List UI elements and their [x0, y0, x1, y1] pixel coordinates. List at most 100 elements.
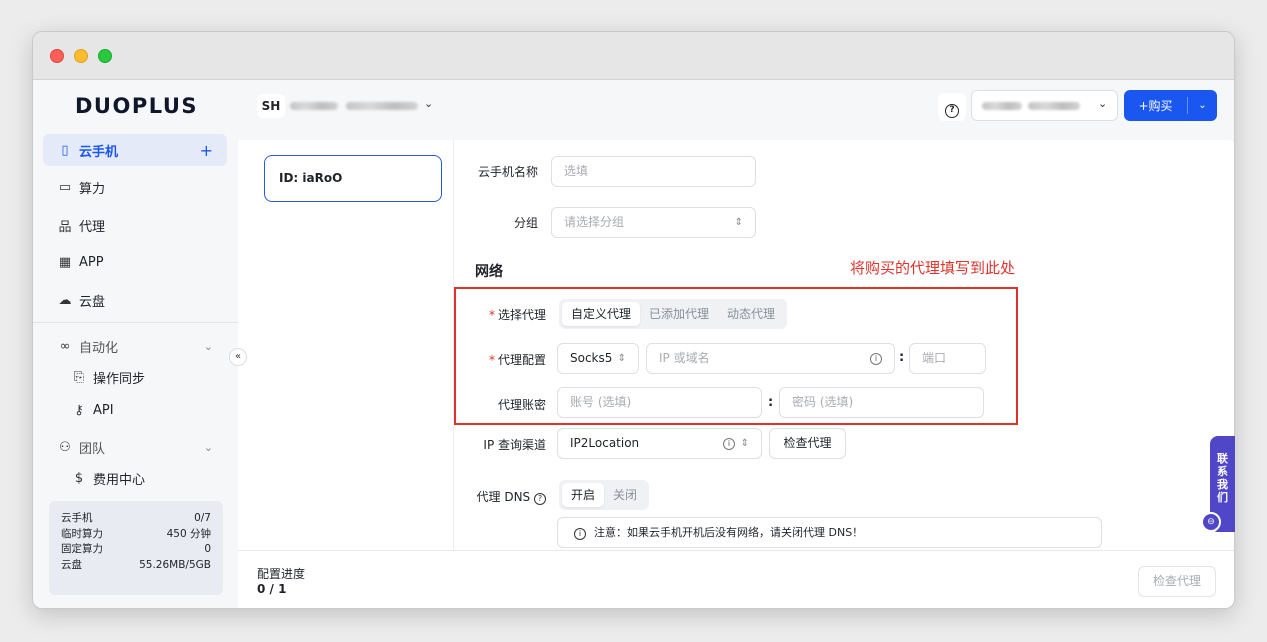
network-section-title: 网络	[475, 264, 503, 280]
name-label: 云手机名称	[477, 165, 538, 179]
sidebar-item-automation[interactable]: ∞ 自动化 ⌄	[43, 330, 227, 362]
cloud-icon: ☁	[58, 292, 72, 308]
title-bar	[33, 32, 1234, 80]
sidebar-item-label: 自动化	[79, 340, 119, 356]
sidebar-item-compute[interactable]: ▭ 算力	[43, 171, 227, 203]
sidebar-item-cloud-phone[interactable]: ▯ 云手机 +	[43, 134, 227, 166]
host-placeholder: IP 或域名	[659, 351, 710, 365]
chevron-down-icon: ⌄	[1098, 97, 1108, 110]
team-badge[interactable]: SH	[257, 94, 285, 118]
sidebar-item-app[interactable]: ▦ APP	[43, 246, 227, 278]
stat-row: 云手机 0/7	[61, 512, 211, 524]
progress-value: 0 / 1	[257, 582, 287, 596]
sidebar-item-operation-sync[interactable]: ⎘ 操作同步	[43, 361, 227, 393]
add-cloud-phone-button[interactable]: +	[200, 141, 213, 160]
colon-separator: :	[768, 395, 774, 410]
proxy-select-label: * 选择代理	[488, 308, 546, 322]
tab-custom-proxy[interactable]: 自定义代理	[562, 302, 641, 326]
sync-icon: ⎘	[73, 369, 85, 385]
annotation-text: 将购买的代理填写到此处	[850, 259, 1016, 277]
stat-row: 固定算力 0	[61, 543, 211, 555]
usage-stats-card: 云手机 0/7 临时算力 450 分钟 固定算力 0 云盘 55.26MB/5GB	[49, 501, 223, 595]
help-icon: ?	[945, 104, 959, 118]
sidebar-item-label: 代理	[79, 219, 106, 235]
compute-icon: ▭	[58, 179, 72, 195]
name-input[interactable]: 选填	[551, 156, 756, 187]
info-icon: i	[723, 438, 735, 450]
protocol-select[interactable]: Socks5 ⇕	[557, 343, 639, 374]
infinity-icon: ∞	[59, 338, 71, 354]
app-grid-icon: ▦	[58, 254, 72, 270]
app-logo: DUOPLUS	[75, 94, 199, 118]
sidebar-item-label: 算力	[79, 181, 106, 197]
sidebar-item-label: 操作同步	[93, 371, 146, 387]
blurred-account-name	[982, 102, 1022, 110]
notice-text: 注意：如果云手机开机后没有网络，请关闭代理 DNS！	[594, 526, 864, 539]
help-icon: ?	[534, 493, 546, 505]
protocol-value: Socks5	[570, 351, 613, 365]
check-proxy-button[interactable]: 检查代理	[769, 428, 846, 459]
chat-bubble-icon[interactable]: ⊖	[1201, 512, 1221, 532]
proxy-dns-label: 代理 DNS ?	[470, 488, 546, 505]
account-switcher[interactable]: ⌄	[971, 90, 1118, 121]
close-window-button[interactable]	[50, 49, 64, 63]
buy-button[interactable]: +购买 ⌄	[1124, 90, 1217, 121]
ip-channel-value: IP2Location	[570, 436, 640, 450]
group-select-placeholder: 请选择分组	[564, 215, 625, 229]
sidebar: DUOPLUS ▯ 云手机 + ▭ 算力 品 代理 ▦ APP ☁ 云盘 ∞ 自…	[33, 80, 238, 608]
stat-row: 云盘 55.26MB/5GB	[61, 558, 211, 571]
sidebar-item-team[interactable]: ⚇ 团队 ⌄	[43, 431, 227, 463]
progress-label: 配置进度	[257, 567, 306, 581]
proxy-icon: 品	[58, 219, 72, 235]
group-label: 分组	[513, 216, 538, 230]
blurred-team-name	[290, 102, 338, 110]
proxy-username-input[interactable]: 账号 (选填)	[557, 387, 762, 418]
sidebar-item-label: API	[93, 402, 114, 418]
sidebar-item-label: 团队	[79, 441, 106, 457]
device-card-selected[interactable]: ID: iaRoO	[264, 155, 442, 202]
info-icon: i	[574, 528, 586, 540]
select-arrows-icon: ⇕	[740, 438, 749, 449]
colon-separator: :	[899, 350, 905, 365]
ip-channel-label: IP 查询渠道	[483, 438, 546, 452]
proxy-password-input[interactable]: 密码 (选填)	[779, 387, 984, 418]
info-icon: i	[870, 353, 882, 365]
sidebar-item-billing[interactable]: $ 费用中心	[43, 462, 227, 494]
blurred-account-name	[1028, 102, 1080, 110]
dns-on-option[interactable]: 开启	[562, 483, 605, 507]
sidebar-item-label: 费用中心	[93, 472, 146, 488]
tab-added-proxy[interactable]: 已添加代理	[640, 302, 718, 326]
sidebar-item-api[interactable]: ⚷ API	[43, 394, 227, 426]
sidebar-item-proxy[interactable]: 品 代理	[43, 209, 227, 241]
team-switch-caret-icon[interactable]: ⌄	[424, 97, 433, 110]
chevron-down-icon: ⌄	[203, 339, 213, 353]
tab-dynamic-proxy[interactable]: 动态代理	[718, 302, 784, 326]
dollar-icon: $	[74, 470, 84, 486]
help-button[interactable]: ?	[938, 93, 966, 121]
proxy-host-input[interactable]: IP 或域名 i	[646, 343, 895, 374]
device-list: ID: iaRoO	[238, 140, 454, 560]
api-icon: ⚷	[74, 402, 84, 418]
sidebar-item-cloud-drive[interactable]: ☁ 云盘	[43, 284, 227, 316]
group-select[interactable]: 请选择分组 ⇕	[551, 207, 756, 238]
proxy-type-tabs: 自定义代理 已添加代理 动态代理	[559, 299, 788, 329]
sidebar-divider	[33, 322, 238, 323]
proxy-account-label: 代理账密	[497, 398, 546, 412]
footer-check-proxy-button[interactable]: 检查代理	[1138, 566, 1216, 597]
stat-row: 临时算力 450 分钟	[61, 527, 211, 540]
contact-us-label: 联系我们	[1217, 452, 1228, 504]
dns-off-option[interactable]: 关闭	[604, 483, 646, 507]
buy-button-label[interactable]: +购买	[1124, 97, 1188, 114]
collapse-sidebar-icon[interactable]: «	[229, 348, 247, 366]
maximize-window-button[interactable]	[98, 49, 112, 63]
team-icon: ⚇	[59, 439, 71, 455]
ip-channel-select[interactable]: IP2Location i ⇕	[557, 428, 762, 459]
buy-dropdown-icon[interactable]: ⌄	[1188, 100, 1217, 111]
sidebar-item-label: 云盘	[79, 294, 106, 310]
select-arrows-icon: ⇕	[617, 353, 626, 364]
minimize-window-button[interactable]	[74, 49, 88, 63]
proxy-port-input[interactable]: 端口	[909, 343, 986, 374]
phone-icon: ▯	[61, 142, 69, 158]
sidebar-item-label: 云手机	[79, 144, 119, 160]
blurred-team-name	[346, 102, 418, 110]
